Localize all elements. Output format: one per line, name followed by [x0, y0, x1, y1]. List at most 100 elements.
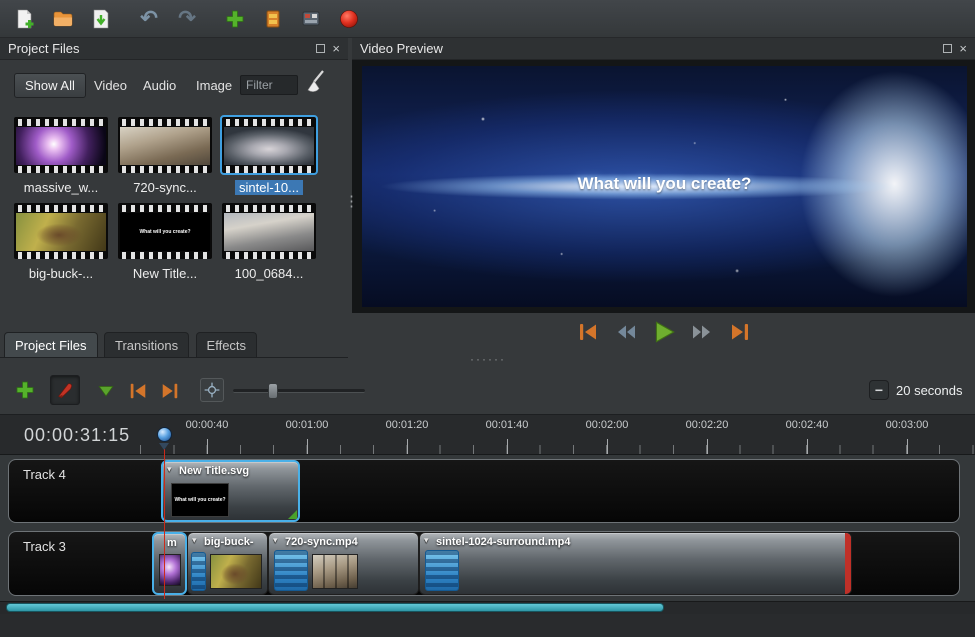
project-file-item-sintel[interactable]: sintel-10... [222, 117, 316, 195]
filter-image-button[interactable]: Image [196, 78, 232, 93]
center-playhead-button[interactable] [200, 378, 224, 402]
clip-label: 720-sync.mp4 [285, 536, 358, 548]
undock-panel-icon[interactable] [316, 44, 325, 53]
clip-menu-icon[interactable]: ▾ [167, 464, 172, 475]
filmstrip-top [16, 119, 106, 126]
filter-input[interactable] [240, 75, 298, 95]
redo-button[interactable]: ↷ [174, 6, 200, 32]
project-file-item-100-0684[interactable]: 100_0684... [222, 203, 316, 281]
new-project-button[interactable] [12, 6, 38, 32]
playhead-line [164, 449, 165, 599]
previous-marker-button[interactable] [127, 381, 149, 401]
filter-audio-button[interactable]: Audio [143, 78, 176, 93]
snap-arrow-icon [96, 381, 116, 401]
film-icon [425, 550, 459, 591]
file-label: massive_w... [14, 180, 108, 195]
clip-menu-icon[interactable]: ▾ [424, 535, 429, 546]
choose-profile-button[interactable] [260, 6, 286, 32]
tab-transitions[interactable]: Transitions [104, 332, 189, 357]
filmstrip-top [120, 119, 210, 126]
previous-marker-icon [127, 381, 149, 401]
close-panel-icon[interactable]: × [332, 44, 340, 54]
vertical-splitter-handle[interactable]: ⋮ [344, 192, 359, 210]
zoom-scale-label: 20 seconds [896, 383, 963, 398]
project-file-item-720sync[interactable]: 720-sync... [118, 117, 212, 195]
clip-massive-trimmed[interactable]: m [152, 532, 187, 595]
playback-controls [352, 316, 975, 348]
clip-sintel-surround[interactable]: ▾ sintel-1024-surround.mp4 [419, 532, 852, 595]
file-thumbnail [222, 117, 316, 173]
save-icon [90, 8, 112, 30]
project-files-panel-header: Project Files × [0, 38, 348, 60]
clip-new-title[interactable]: ▾ New Title.svg What will you create? [161, 460, 300, 522]
thumbnail-image [224, 213, 314, 251]
clip-thumbnail [312, 554, 358, 589]
tab-effects[interactable]: Effects [196, 332, 258, 357]
window-bottom-strip [0, 614, 975, 637]
filter-show-all-button[interactable]: Show All [14, 73, 86, 98]
project-file-item-bigbuck[interactable]: big-buck-... [14, 203, 108, 281]
filmstrip-top [224, 119, 314, 126]
filmstrip-bottom [120, 166, 210, 173]
close-panel-icon[interactable]: × [959, 44, 967, 54]
ruler-tick-label: 00:01:20 [377, 419, 437, 431]
playhead-timecode: 00:00:31:15 [24, 425, 130, 446]
tabs-divider [0, 357, 348, 358]
record-circle-icon [338, 8, 360, 30]
zoom-slider-handle[interactable] [268, 383, 278, 399]
undo-button[interactable]: ↶ [136, 6, 162, 32]
plus-icon [224, 8, 246, 30]
next-marker-button[interactable] [159, 381, 181, 401]
ruler-tick-label: 00:01:00 [277, 419, 337, 431]
file-thumbnail [222, 203, 316, 259]
file-thumbnail [14, 203, 108, 259]
horizontal-splitter-handle[interactable]: ······ [452, 352, 524, 366]
undock-panel-icon[interactable] [943, 44, 952, 53]
clear-filter-broom-icon[interactable] [303, 69, 329, 95]
center-target-icon [203, 381, 221, 399]
fast-forward-button[interactable] [689, 319, 715, 345]
timeline-ruler[interactable]: 00:00:31:15 00:00:40 00:01:00 00:01:20 0… [0, 414, 975, 455]
project-files-title: Project Files [8, 41, 80, 56]
add-track-button[interactable] [14, 379, 36, 401]
save-project-button[interactable] [88, 6, 114, 32]
filter-video-button[interactable]: Video [94, 78, 127, 93]
clip-label: New Title.svg [179, 465, 249, 477]
clip-thumbnail [210, 554, 262, 589]
ruler-tick-label: 00:02:20 [677, 419, 737, 431]
video-overlay-text: What will you create? [362, 174, 967, 194]
project-file-item-newtitle[interactable]: What will you create? New Title... [118, 203, 212, 281]
jump-start-button[interactable] [575, 319, 601, 345]
jump-end-icon [728, 320, 752, 344]
rewind-button[interactable] [613, 319, 639, 345]
export-video-button[interactable] [336, 6, 362, 32]
ruler-tick-label: 00:01:40 [477, 419, 537, 431]
fullscreen-button[interactable] [298, 6, 324, 32]
zoom-out-button[interactable]: − [869, 380, 889, 400]
clip-menu-icon[interactable]: ▾ [192, 535, 197, 546]
clip-720-sync[interactable]: ▾ 720-sync.mp4 [268, 532, 419, 595]
file-label: 720-sync... [118, 180, 212, 195]
play-icon [651, 319, 677, 345]
import-files-button[interactable] [222, 6, 248, 32]
tab-project-files[interactable]: Project Files [4, 332, 98, 357]
jump-end-button[interactable] [727, 319, 753, 345]
playhead-handle[interactable] [157, 427, 172, 442]
timeline-scrollbar-thumb[interactable] [6, 603, 664, 612]
zoom-slider[interactable] [233, 389, 365, 393]
open-project-button[interactable] [50, 6, 76, 32]
clip-big-buck[interactable]: ▾ big-buck- [187, 532, 268, 595]
project-file-item-massive[interactable]: massive_w... [14, 117, 108, 195]
film-icon [274, 550, 308, 591]
ruler-tick-label: 00:02:40 [777, 419, 837, 431]
clip-trim-edge[interactable] [845, 533, 851, 594]
clip-resize-handle[interactable] [288, 510, 297, 519]
snapping-toggle-button[interactable] [96, 381, 116, 401]
track-name: Track 3 [23, 539, 66, 554]
undo-icon: ↶ [140, 8, 158, 29]
clip-menu-icon[interactable]: ▾ [273, 535, 278, 546]
profile-icon [262, 8, 284, 30]
razor-tool-button[interactable] [50, 375, 80, 405]
ruler-tick-label: 00:02:00 [577, 419, 637, 431]
play-button[interactable] [651, 319, 677, 345]
